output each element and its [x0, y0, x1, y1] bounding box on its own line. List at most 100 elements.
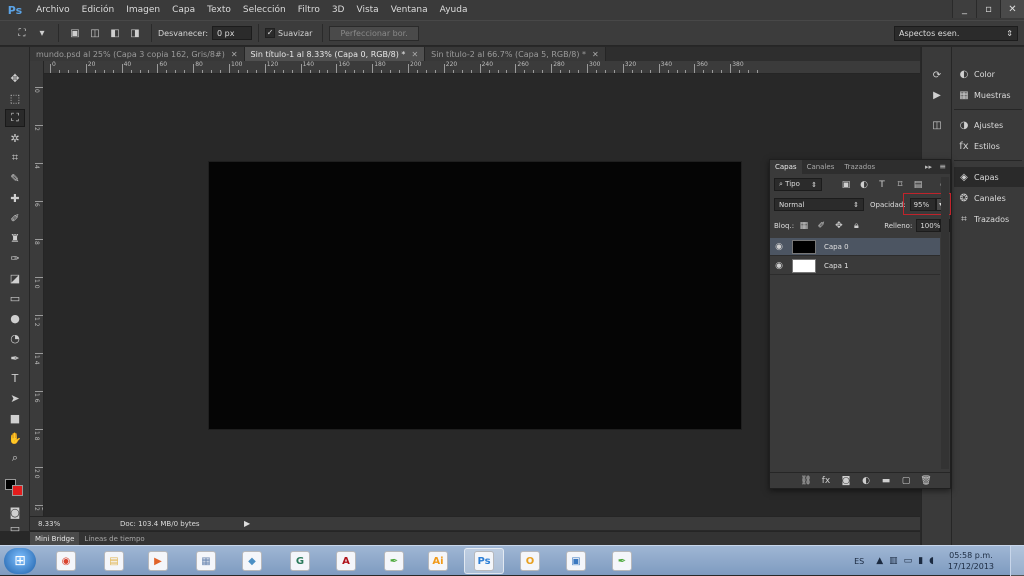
delete-layer-icon[interactable]: 🗑︎ — [916, 476, 936, 486]
menu-texto[interactable]: Texto — [201, 5, 237, 15]
smooth-checkbox[interactable]: ✓ — [265, 28, 276, 38]
status-menu-arrow-icon[interactable]: ▶ — [244, 519, 250, 528]
collapse-icon[interactable]: ▸▸ — [925, 163, 932, 171]
workspace-select[interactable]: Aspectos esen. ⇕ — [894, 26, 1018, 41]
move-tool-icon[interactable]: ✥ — [5, 69, 25, 87]
eyedropper-tool-icon[interactable]: ✎ — [5, 169, 25, 187]
taskbar-app-paint[interactable]: ◆ — [232, 548, 272, 574]
menu-capa[interactable]: Capa — [166, 5, 201, 15]
add-selection-icon[interactable]: ◫ — [87, 25, 103, 41]
background-color-swatch[interactable] — [12, 485, 23, 496]
taskbar-app-chrome[interactable]: ◉ — [46, 548, 86, 574]
new-layer-icon[interactable]: ▢ — [896, 476, 916, 486]
shape-filter-icon[interactable]: ⌑ — [894, 179, 906, 191]
menu-archivo[interactable]: Archivo — [30, 5, 76, 15]
subtract-selection-icon[interactable]: ◧ — [107, 25, 123, 41]
dock-color[interactable]: ◐ Color — [954, 64, 1024, 84]
close-icon[interactable]: ✕ — [411, 50, 418, 59]
lock-position-icon[interactable]: ✥ — [833, 220, 845, 232]
taskbar-app-outlook[interactable]: O — [510, 548, 550, 574]
layer-row[interactable]: ◉ Capa 0 — [770, 238, 940, 256]
horizontal-ruler[interactable]: 0 20 40 60 80 100 120 140 160 180 200 220 240 260 280 3… — [44, 61, 920, 74]
refine-edge-button[interactable]: Perfeccionar bor. — [329, 25, 419, 41]
tab-mini-bridge[interactable]: Mini Bridge — [30, 531, 80, 546]
dock-swatches[interactable]: ▦ Muestras — [954, 85, 1024, 105]
tab-sin-titulo-2[interactable]: Sin título-2 al 66.7% (Capa 5, RGB/8) * … — [425, 47, 606, 61]
language-indicator[interactable]: ES — [854, 557, 864, 566]
new-adjustment-layer-icon[interactable]: ◐ — [856, 476, 876, 486]
close-icon[interactable]: ✕ — [592, 50, 599, 59]
volume-icon[interactable]: ◖ — [929, 556, 934, 566]
add-mask-icon[interactable]: ◙ — [836, 476, 856, 486]
taskbar-app-g-app[interactable]: G — [280, 548, 320, 574]
menu-ayuda[interactable]: Ayuda — [434, 5, 474, 15]
taskbar-app-corel[interactable]: ✒ — [374, 548, 414, 574]
dock-styles[interactable]: fx Estilos — [954, 136, 1024, 156]
brush-tool-icon[interactable]: ✐ — [5, 209, 25, 227]
healing-brush-tool-icon[interactable]: ✚ — [5, 189, 25, 207]
taskbar-app-media[interactable]: ▶ — [138, 548, 178, 574]
tray-arrow-icon[interactable]: ▲ — [876, 556, 883, 566]
menu-ventana[interactable]: Ventana — [385, 5, 434, 15]
tab-mundo[interactable]: mundo.psd al 25% (Capa 3 copia 162, Gris… — [30, 47, 245, 61]
zoom-tool-icon[interactable]: ⌕ — [5, 449, 25, 467]
dock-paths[interactable]: ⌗ Trazados — [954, 209, 1024, 229]
lock-transparent-icon[interactable]: ▦ — [798, 220, 810, 232]
layer-row[interactable]: ◉ Capa 1 — [770, 257, 940, 275]
taskbar-app-photo-viewer[interactable]: ▣ — [556, 548, 596, 574]
taskbar-app-explorer[interactable]: ▤ — [94, 548, 134, 574]
path-selection-tool-icon[interactable]: ➤ — [5, 389, 25, 407]
blend-mode-select[interactable]: Normal ⇕ — [774, 198, 864, 211]
lock-all-icon[interactable]: 🔒︎ — [851, 220, 863, 232]
eraser-tool-icon[interactable]: ◪ — [5, 269, 25, 287]
lock-image-icon[interactable]: ✐ — [816, 220, 828, 232]
marquee-tool-icon[interactable]: ⬚ — [5, 89, 25, 107]
gradient-tool-icon[interactable]: ▭ — [5, 289, 25, 307]
history-brush-tool-icon[interactable]: ✑ — [5, 249, 25, 267]
tab-trazados[interactable]: Trazados — [839, 160, 880, 174]
tab-canales[interactable]: Canales — [802, 160, 840, 174]
taskbar-app-acrobat[interactable]: A — [326, 548, 366, 574]
restore-button[interactable]: ▫ — [976, 0, 1000, 18]
actions-panel-icon[interactable]: ▶ — [929, 87, 945, 103]
menu-imagen[interactable]: Imagen — [120, 5, 166, 15]
history-panel-icon[interactable]: ⟳ — [929, 67, 945, 83]
menu-3d[interactable]: 3D — [326, 5, 351, 15]
properties-panel-icon[interactable]: ◫ — [929, 117, 945, 133]
link-layers-icon[interactable]: ⛓ — [796, 476, 816, 486]
type-filter-icon[interactable]: T — [876, 179, 888, 191]
pixel-filter-icon[interactable]: ▣ — [840, 179, 852, 191]
network-icon[interactable]: ▥ — [889, 556, 898, 566]
layer-style-icon[interactable]: fx — [816, 476, 836, 486]
feather-input[interactable]: 0 px — [212, 26, 253, 40]
menu-edicion[interactable]: Edición — [76, 5, 121, 15]
smart-object-filter-icon[interactable]: ▤ — [912, 179, 924, 191]
dodge-tool-icon[interactable]: ◔ — [5, 329, 25, 347]
start-button[interactable]: ⊞ — [4, 548, 36, 574]
minimize-button[interactable]: _ — [952, 0, 976, 18]
adjustment-filter-icon[interactable]: ◐ — [858, 179, 870, 191]
dock-adjustments[interactable]: ◑ Ajustes — [954, 115, 1024, 135]
menu-seleccion[interactable]: Selección — [237, 5, 292, 15]
taskbar-app-corel-2[interactable]: ✒ — [602, 548, 642, 574]
magic-wand-tool-icon[interactable]: ✲ — [5, 129, 25, 147]
signal-icon[interactable]: ▮ — [918, 556, 923, 566]
new-group-icon[interactable]: ▬ — [876, 476, 896, 486]
intersect-selection-icon[interactable]: ◨ — [127, 25, 143, 41]
menu-vista[interactable]: Vista — [350, 5, 384, 15]
menu-filtro[interactable]: Filtro — [292, 5, 326, 15]
type-tool-icon[interactable]: T — [5, 369, 25, 387]
visibility-eye-icon[interactable]: ◉ — [770, 242, 788, 252]
document-canvas[interactable] — [209, 162, 741, 429]
tab-sin-titulo-1[interactable]: Sin título-1 al 8.33% (Capa 0, RGB/8) * … — [244, 47, 426, 61]
layers-scrollbar[interactable] — [941, 177, 949, 469]
tab-capas[interactable]: Capas — [770, 160, 802, 174]
tool-preset-chevron-icon[interactable]: ▾ — [34, 25, 50, 41]
close-icon[interactable]: ✕ — [231, 50, 238, 59]
clone-stamp-tool-icon[interactable]: ♜ — [5, 229, 25, 247]
close-button[interactable]: ✕ — [1000, 0, 1024, 18]
crop-tool-icon[interactable]: ⌗ — [5, 149, 25, 167]
blur-tool-icon[interactable]: ● — [5, 309, 25, 327]
taskbar-app-calculator[interactable]: ▦ — [186, 548, 226, 574]
taskbar-app-illustrator[interactable]: Ai — [418, 548, 458, 574]
